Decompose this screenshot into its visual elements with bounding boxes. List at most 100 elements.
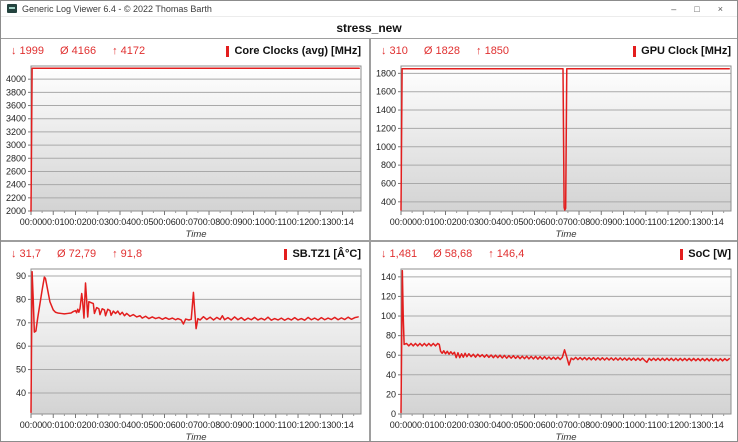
chart-title: SoC [W] bbox=[680, 248, 731, 260]
x-tick-label: 00:05 bbox=[501, 420, 524, 430]
y-tick-label: 50 bbox=[16, 365, 26, 375]
y-tick-label: 1600 bbox=[376, 87, 396, 97]
x-tick-label: 00:00 bbox=[390, 217, 413, 227]
legend-color-bar bbox=[680, 249, 683, 260]
y-tick-label: 3600 bbox=[6, 101, 26, 111]
x-tick-label: 00:01 bbox=[42, 420, 65, 430]
stat-max: ↑ 146,4 bbox=[488, 248, 524, 260]
x-tick-label: 00:03 bbox=[456, 217, 479, 227]
chart-header: ↓ 31,7 Ø 72,79 ↑ 91,8 SB.TZ1 [Â°C] bbox=[1, 242, 369, 264]
y-tick-label: 40 bbox=[16, 388, 26, 398]
y-tick-label: 3800 bbox=[6, 87, 26, 97]
stat-min: ↓ 1999 bbox=[11, 45, 44, 57]
line-chart-core-clocks: 2000220024002600280030003200340036003800… bbox=[1, 61, 369, 240]
x-tick-label: 00:03 bbox=[86, 217, 109, 227]
stat-min: ↓ 310 bbox=[381, 45, 408, 57]
x-tick-label: 00:07 bbox=[546, 217, 569, 227]
x-tick-label: 00:14 bbox=[331, 217, 354, 227]
chart-title-text: Core Clocks (avg) [MHz] bbox=[234, 45, 361, 57]
x-tick-label: 00:00 bbox=[20, 217, 43, 227]
x-tick-label: 00:07 bbox=[176, 420, 199, 430]
x-tick-label: 00:11 bbox=[265, 217, 287, 227]
x-tick-label: 00:08 bbox=[568, 217, 591, 227]
x-tick-label: 00:03 bbox=[456, 420, 479, 430]
x-tick-label: 00:08 bbox=[198, 217, 221, 227]
legend-color-bar bbox=[284, 249, 287, 260]
chart-grid: ↓ 1999 Ø 4166 ↑ 4172 Core Clocks (avg) [… bbox=[1, 39, 737, 442]
y-tick-label: 1400 bbox=[376, 105, 396, 115]
y-tick-label: 120 bbox=[381, 291, 396, 301]
chart-panel-soc: ↓ 1,481 Ø 58,68 ↑ 146,4 SoC [W] 02040608… bbox=[371, 242, 738, 442]
chart-stats: ↓ 1999 Ø 4166 ↑ 4172 bbox=[11, 45, 145, 57]
line-chart-gpu-clock: 4006008001000120014001600180000:0000:010… bbox=[371, 61, 738, 240]
close-button[interactable]: × bbox=[718, 2, 723, 16]
plot-area bbox=[31, 66, 361, 211]
x-tick-label: 00:13 bbox=[309, 420, 332, 430]
y-tick-label: 20 bbox=[386, 389, 396, 399]
x-tick-label: 00:11 bbox=[635, 420, 657, 430]
y-tick-label: 40 bbox=[386, 370, 396, 380]
x-tick-label: 00:02 bbox=[64, 420, 87, 430]
y-tick-label: 2400 bbox=[6, 180, 26, 190]
stat-min: ↓ 31,7 bbox=[11, 248, 41, 260]
y-tick-label: 400 bbox=[381, 197, 396, 207]
x-tick-label: 00:13 bbox=[309, 217, 332, 227]
stat-avg: Ø 58,68 bbox=[433, 248, 472, 260]
x-tick-label: 00:01 bbox=[42, 217, 65, 227]
x-tick-label: 00:04 bbox=[479, 420, 502, 430]
y-tick-label: 1800 bbox=[376, 68, 396, 78]
chart-panel-sb-tz1: ↓ 31,7 Ø 72,79 ↑ 91,8 SB.TZ1 [Â°C] 40506… bbox=[1, 242, 369, 442]
y-tick-label: 80 bbox=[16, 294, 26, 304]
y-tick-label: 140 bbox=[381, 272, 396, 282]
chart-panel-core-clocks: ↓ 1999 Ø 4166 ↑ 4172 Core Clocks (avg) [… bbox=[1, 39, 369, 240]
x-tick-label: 00:10 bbox=[242, 217, 265, 227]
y-tick-label: 80 bbox=[386, 331, 396, 341]
x-tick-label: 00:10 bbox=[612, 420, 635, 430]
x-tick-label: 00:13 bbox=[679, 217, 702, 227]
x-tick-label: 00:04 bbox=[109, 420, 132, 430]
y-tick-label: 1200 bbox=[376, 123, 396, 133]
line-chart-soc: 02040608010012014000:0000:0100:0200:0300… bbox=[371, 264, 738, 442]
y-tick-label: 2800 bbox=[6, 153, 26, 163]
x-tick-label: 00:02 bbox=[64, 217, 87, 227]
window-controls: – □ × bbox=[671, 2, 731, 16]
stat-max: ↑ 4172 bbox=[112, 45, 145, 57]
chart-title-text: GPU Clock [MHz] bbox=[641, 45, 731, 57]
y-tick-label: 2600 bbox=[6, 166, 26, 176]
chart-stats: ↓ 31,7 Ø 72,79 ↑ 91,8 bbox=[11, 248, 142, 260]
x-tick-label: 00:13 bbox=[679, 420, 702, 430]
x-tick-label: 00:11 bbox=[265, 420, 287, 430]
chart-title: Core Clocks (avg) [MHz] bbox=[226, 45, 361, 57]
chart-title-text: SoC [W] bbox=[688, 248, 731, 260]
y-tick-label: 3400 bbox=[6, 114, 26, 124]
maximize-button[interactable]: □ bbox=[694, 2, 699, 16]
stat-min: ↓ 1,481 bbox=[381, 248, 417, 260]
legend-color-bar bbox=[226, 46, 229, 57]
stat-avg: Ø 4166 bbox=[60, 45, 96, 57]
x-tick-label: 00:12 bbox=[287, 420, 310, 430]
line-chart-sb-tz1: 40506070809000:0000:0100:0200:0300:0400:… bbox=[1, 264, 369, 442]
minimize-button[interactable]: – bbox=[671, 2, 676, 16]
x-tick-label: 00:10 bbox=[242, 420, 265, 430]
title-bar: Generic Log Viewer 6.4 - © 2022 Thomas B… bbox=[1, 1, 737, 17]
x-tick-label: 00:03 bbox=[86, 420, 109, 430]
chart-header: ↓ 1,481 Ø 58,68 ↑ 146,4 SoC [W] bbox=[371, 242, 738, 264]
x-tick-label: 00:05 bbox=[131, 217, 154, 227]
chart-title: GPU Clock [MHz] bbox=[633, 45, 731, 57]
stat-max: ↑ 1850 bbox=[476, 45, 509, 57]
x-tick-label: 00:14 bbox=[701, 420, 724, 430]
y-tick-label: 3000 bbox=[6, 140, 26, 150]
x-tick-label: 00:01 bbox=[412, 217, 435, 227]
x-tick-label: 00:06 bbox=[153, 420, 176, 430]
y-tick-label: 60 bbox=[386, 350, 396, 360]
app-window: Generic Log Viewer 6.4 - © 2022 Thomas B… bbox=[0, 0, 738, 442]
chart-stats: ↓ 310 Ø 1828 ↑ 1850 bbox=[381, 45, 509, 57]
x-axis-label: Time bbox=[185, 229, 206, 240]
x-tick-label: 00:11 bbox=[635, 217, 657, 227]
y-tick-label: 2000 bbox=[6, 206, 26, 216]
stat-avg: Ø 1828 bbox=[424, 45, 460, 57]
x-tick-label: 00:00 bbox=[20, 420, 43, 430]
y-tick-label: 1000 bbox=[376, 142, 396, 152]
x-tick-label: 00:07 bbox=[546, 420, 569, 430]
y-tick-label: 4000 bbox=[6, 74, 26, 84]
